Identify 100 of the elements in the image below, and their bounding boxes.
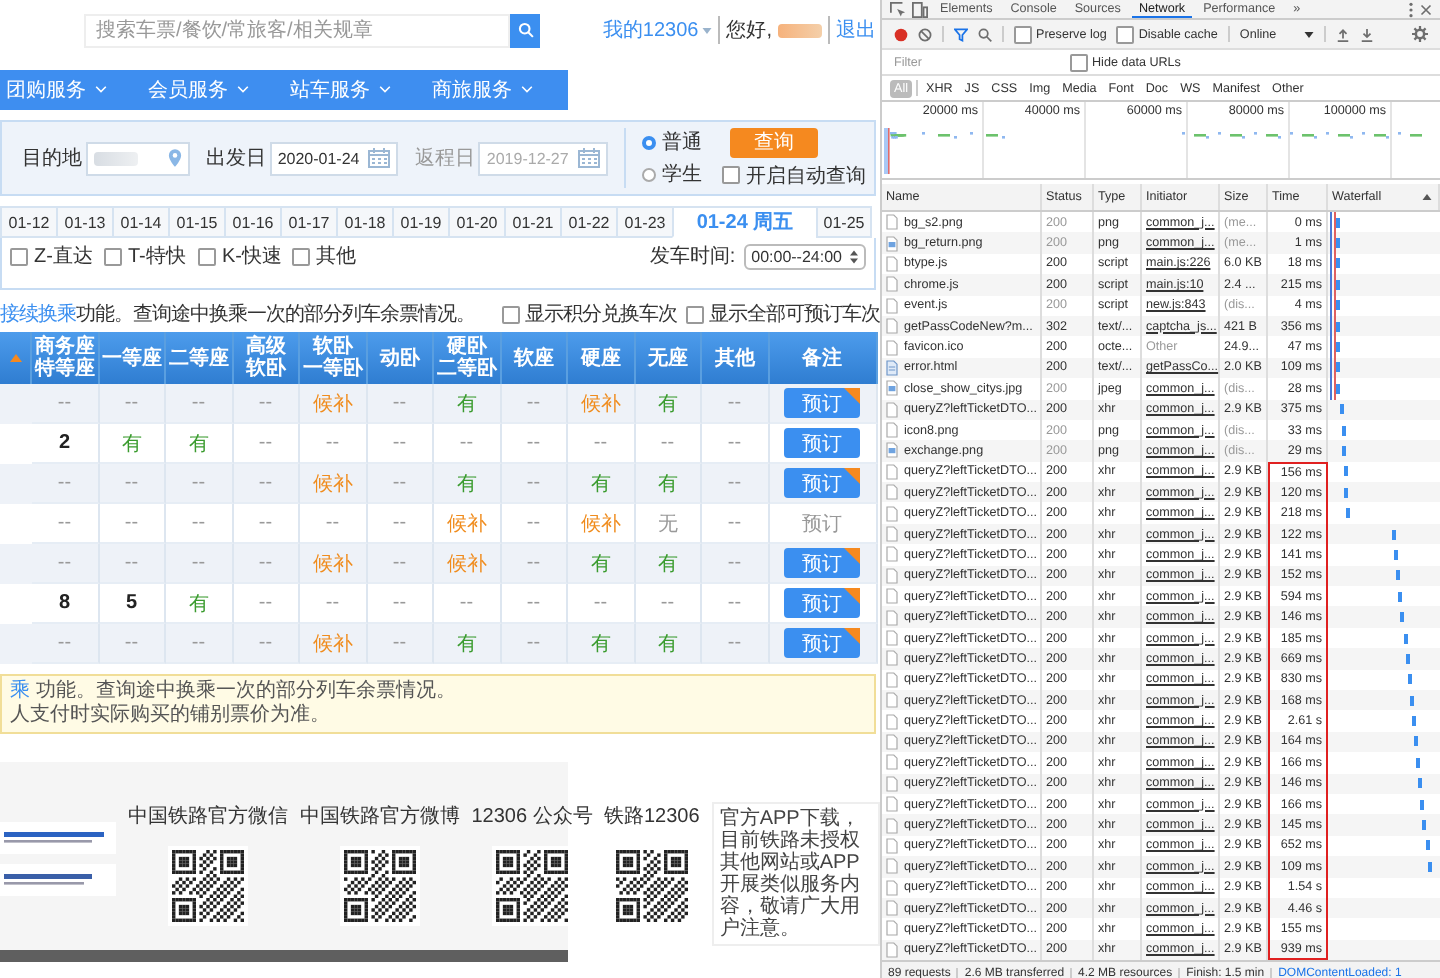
image-file-icon — [886, 235, 898, 252]
date-tab[interactable]: 01-15 — [168, 206, 224, 238]
corner-tag-icon — [844, 468, 860, 484]
date-tab[interactable]: 01-22 — [560, 206, 616, 238]
qr-code — [340, 846, 420, 926]
table-cell: -- — [459, 592, 474, 614]
more-options-icon[interactable] — [1408, 1, 1414, 17]
checkbox[interactable] — [104, 247, 122, 265]
table-cell: -- — [124, 512, 139, 534]
radio-label: 普通 — [662, 129, 702, 156]
date-field[interactable]: 2020-01-24 — [269, 141, 399, 175]
checkbox[interactable] — [1014, 25, 1032, 43]
time-select[interactable]: 00:00--24:00 — [743, 243, 866, 269]
table-cell: -- — [727, 552, 742, 574]
filter-icon[interactable] — [954, 27, 968, 41]
table-cell: -- — [191, 392, 206, 414]
checkbox[interactable] — [292, 247, 310, 265]
chevron-icon — [236, 86, 250, 94]
table-cell: -- — [526, 472, 541, 494]
partner-logo[interactable] — [0, 822, 116, 854]
qr-code — [611, 846, 692, 926]
field-label: 出发日 — [205, 145, 266, 172]
table-cell: -- — [727, 432, 742, 454]
waterfall-bar — [1418, 778, 1423, 789]
table-cell-text: 有 — [590, 631, 611, 657]
checkbox[interactable] — [10, 247, 28, 265]
checkbox-label: 显示积分兑换车次 — [525, 301, 677, 328]
record-icon[interactable] — [894, 27, 908, 41]
column-subheader: 二等卧 — [436, 358, 497, 380]
checkbox[interactable] — [722, 166, 740, 184]
table-cell: -- — [57, 552, 72, 574]
radio-button[interactable] — [642, 135, 656, 149]
waterfall-bar — [1422, 820, 1427, 831]
field-label: 目的地 — [22, 145, 82, 172]
waterfall-bar — [1343, 466, 1348, 477]
table-cell: -- — [526, 592, 541, 614]
table-cell: 2 — [58, 432, 71, 454]
page-file-icon — [886, 359, 898, 376]
search-field[interactable]: 搜索车票/餐饮/常旅客/相关规章 — [84, 13, 510, 47]
waterfall-bar — [1407, 674, 1412, 685]
table-cell: 8 — [58, 592, 71, 614]
qr-code — [168, 846, 248, 926]
updown-icon — [850, 249, 858, 263]
caret-icon — [1304, 31, 1315, 37]
table-cell: -- — [660, 432, 675, 454]
table-cell: -- — [191, 472, 206, 494]
table-cell: -- — [258, 552, 273, 574]
waterfall-bar — [1416, 757, 1421, 768]
corner-tag-icon — [844, 548, 860, 564]
table-cell: -- — [325, 592, 340, 614]
table-cell-text: 有 — [456, 631, 477, 657]
field-label: 发车时间: — [649, 243, 736, 270]
table-cell: -- — [392, 592, 407, 614]
checkbox-label: Z-直达 — [34, 243, 93, 270]
settings-icon[interactable] — [1412, 26, 1428, 42]
table-cell: -- — [660, 592, 675, 614]
waterfall-bar — [1411, 716, 1416, 727]
date-tab[interactable]: 01-23 — [616, 206, 672, 238]
close-icon[interactable] — [1420, 3, 1432, 15]
date-tab[interactable]: 01-21 — [504, 206, 560, 238]
calendar-icon — [368, 148, 391, 168]
date-tab[interactable]: 01-20 — [448, 206, 504, 238]
destination-field[interactable] — [86, 141, 190, 175]
date-tab[interactable]: 01-19 — [392, 206, 448, 238]
date-tab[interactable]: 01-18 — [336, 206, 392, 238]
clear-icon[interactable] — [918, 27, 932, 41]
checkbox[interactable] — [685, 305, 703, 323]
column-subheader: 一等卧 — [302, 358, 363, 380]
table-cell: -- — [191, 552, 206, 574]
device-icon[interactable] — [912, 1, 928, 17]
checkbox[interactable] — [198, 247, 216, 265]
inspect-icon[interactable] — [890, 1, 906, 17]
date-tab[interactable]: 01-14 — [112, 206, 168, 238]
radio-button[interactable] — [642, 167, 656, 181]
table-cell-text: 有 — [657, 631, 678, 657]
checkbox[interactable] — [501, 305, 519, 323]
waterfall-bar — [1427, 861, 1432, 872]
table-cell-text: 有 — [188, 591, 209, 617]
qr-title: 中国铁路官方微信 — [128, 803, 288, 830]
table-cell: -- — [526, 392, 541, 414]
date-tab[interactable]: 01-17 — [280, 206, 336, 238]
date-tab[interactable]: 01-16 — [224, 206, 280, 238]
table-cell: -- — [526, 512, 541, 534]
corner-tag-icon — [844, 388, 860, 404]
search-button[interactable] — [510, 13, 540, 47]
date-tab[interactable]: 01-13 — [56, 206, 112, 238]
table-cell: -- — [191, 512, 206, 534]
table-cell-text: 有 — [590, 471, 611, 497]
waterfall-bar — [1394, 549, 1399, 560]
table-cell: -- — [392, 512, 407, 534]
search-icon[interactable] — [978, 27, 992, 41]
download-icon[interactable] — [1360, 27, 1375, 41]
partner-logo[interactable] — [0, 864, 116, 896]
corner-tag-icon — [844, 588, 860, 604]
checkbox[interactable] — [1116, 25, 1135, 43]
checkbox[interactable] — [1070, 53, 1088, 71]
date-tab[interactable]: 01-12 — [0, 206, 56, 238]
date-tab[interactable]: 01-25 — [816, 206, 872, 238]
upload-icon[interactable] — [1336, 27, 1351, 41]
location-pin-icon — [167, 148, 182, 168]
